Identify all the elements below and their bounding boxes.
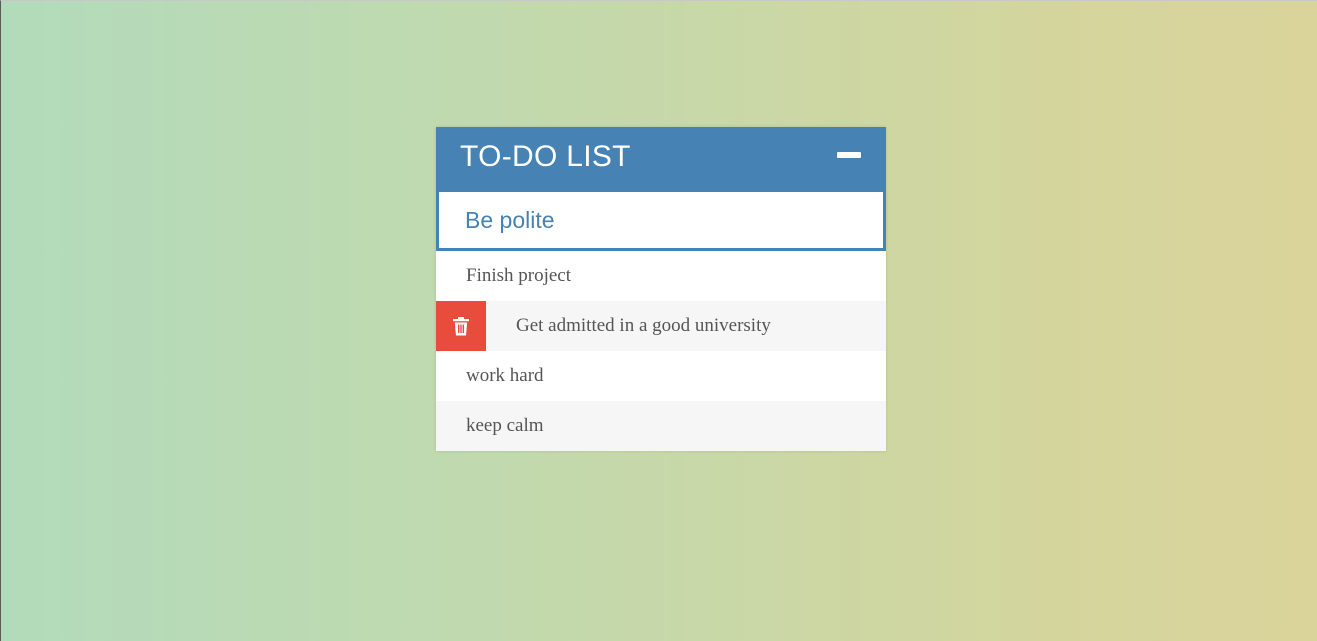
- new-todo-input[interactable]: [436, 189, 886, 251]
- delete-button[interactable]: [436, 301, 486, 351]
- collapse-toggle-button[interactable]: [837, 150, 861, 164]
- todo-item-text: Get admitted in a good university: [516, 315, 771, 336]
- todo-list: Finish project Get admitted in a good un…: [436, 251, 886, 451]
- todo-item-text: work hard: [466, 365, 544, 386]
- todo-item[interactable]: Get admitted in a good university: [436, 301, 886, 351]
- page-title: TO-DO LIST: [460, 140, 631, 173]
- minus-icon: [837, 152, 861, 158]
- todo-item[interactable]: work hard: [436, 351, 886, 401]
- todo-card: TO-DO LIST Finish project Get admitted i…: [436, 127, 886, 451]
- todo-item-text: keep calm: [466, 415, 544, 436]
- todo-item-text: Finish project: [466, 265, 572, 286]
- trash-icon: [453, 316, 469, 336]
- todo-header: TO-DO LIST: [436, 127, 886, 189]
- todo-item[interactable]: Finish project: [436, 251, 886, 301]
- todo-item[interactable]: keep calm: [436, 401, 886, 451]
